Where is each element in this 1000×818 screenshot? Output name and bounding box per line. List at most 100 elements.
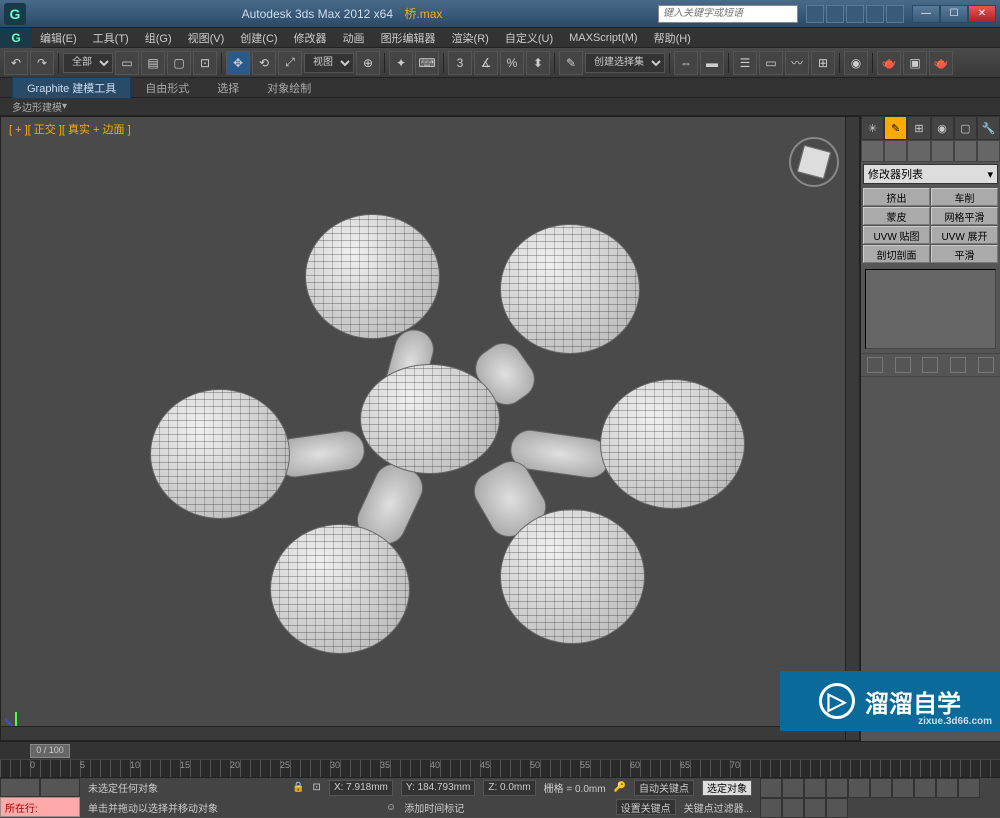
- setkey-button[interactable]: 设置关键点: [616, 799, 676, 815]
- tab-display[interactable]: ▢: [954, 116, 977, 140]
- modifier-stack[interactable]: [865, 269, 996, 349]
- make-unique-icon[interactable]: [922, 357, 938, 373]
- next-frame-button[interactable]: [826, 778, 848, 798]
- menu-tools[interactable]: 工具(T): [85, 30, 137, 46]
- exchange-icon[interactable]: [846, 5, 864, 23]
- selection-region-button[interactable]: ▢: [167, 51, 191, 75]
- undo-button[interactable]: ↶: [4, 51, 28, 75]
- communication-center-icon[interactable]: ☺: [386, 802, 396, 813]
- subcategory-3[interactable]: [907, 140, 930, 162]
- selection-filter-combo[interactable]: 全部: [63, 53, 113, 73]
- key-filters-button[interactable]: 关键点过滤器...: [684, 800, 752, 815]
- menu-animation[interactable]: 动画: [335, 30, 373, 46]
- key-filter-combo[interactable]: 选定对象: [702, 780, 752, 796]
- ribbon-tab-freeform[interactable]: 自由形式: [131, 78, 203, 98]
- pin-stack-icon[interactable]: [867, 357, 883, 373]
- redo-button[interactable]: ↷: [30, 51, 54, 75]
- subscription-icon[interactable]: [826, 5, 844, 23]
- show-end-result-icon[interactable]: [895, 357, 911, 373]
- schematic-view-button[interactable]: ⊞: [811, 51, 835, 75]
- minimize-button[interactable]: —: [912, 5, 940, 23]
- time-config-button[interactable]: [870, 778, 892, 798]
- zoom-button[interactable]: [892, 778, 914, 798]
- subcategory-1[interactable]: [861, 140, 884, 162]
- render-frame-button[interactable]: ▣: [903, 51, 927, 75]
- 3d-model-blob[interactable]: [130, 154, 730, 654]
- maxscript-mini-listener-toggle[interactable]: [0, 778, 40, 797]
- subcategory-2[interactable]: [884, 140, 907, 162]
- time-slider-thumb[interactable]: 0 / 100: [30, 744, 70, 758]
- search-icon[interactable]: [806, 5, 824, 23]
- pivot-center-button[interactable]: ⊕: [356, 51, 380, 75]
- maximize-button[interactable]: ☐: [940, 5, 968, 23]
- mirror-button[interactable]: ⇔: [674, 51, 698, 75]
- fov-button[interactable]: [760, 798, 782, 818]
- menu-help[interactable]: 帮助(H): [646, 30, 699, 46]
- tab-utilities[interactable]: 🔧: [977, 116, 1000, 140]
- modifier-meshsmooth[interactable]: 网格平滑: [931, 207, 998, 225]
- help-icon[interactable]: [886, 5, 904, 23]
- app-icon[interactable]: G: [4, 3, 26, 25]
- modifier-uvwmap[interactable]: UVW 贴图: [863, 226, 930, 244]
- goto-end-button[interactable]: [848, 778, 870, 798]
- isolate-icon[interactable]: ⊡: [313, 782, 321, 793]
- menu-rendering[interactable]: 渲染(R): [444, 30, 497, 46]
- viewcube[interactable]: [789, 137, 839, 187]
- subcategory-5[interactable]: [954, 140, 977, 162]
- subcategory-4[interactable]: [931, 140, 954, 162]
- autokey-button[interactable]: 自动关键点: [634, 780, 694, 796]
- macro-recorder-toggle[interactable]: [40, 778, 80, 797]
- zoom-extents-all-button[interactable]: [958, 778, 980, 798]
- select-scale-button[interactable]: ⤢: [278, 51, 302, 75]
- application-menu-button[interactable]: G: [0, 28, 32, 48]
- select-by-name-button[interactable]: ▤: [141, 51, 165, 75]
- modifier-slice[interactable]: 剖切剖面: [863, 245, 930, 263]
- close-button[interactable]: ✕: [968, 5, 996, 23]
- ribbon-toggle-button[interactable]: ▭: [759, 51, 783, 75]
- viewport-scrollbar-vertical[interactable]: [845, 117, 859, 740]
- ribbon-tab-paint[interactable]: 对象绘制: [253, 78, 325, 98]
- ribbon-tab-graphite[interactable]: Graphite 建模工具: [12, 77, 131, 99]
- viewport-scrollbar-horizontal[interactable]: [1, 726, 845, 740]
- ribbon-subpanel[interactable]: 多边形建模 ▾: [0, 98, 1000, 116]
- time-slider[interactable]: 0 / 100: [0, 741, 1000, 759]
- x-coordinate-input[interactable]: X: 7.918mm: [329, 780, 393, 796]
- menu-edit[interactable]: 编辑(E): [32, 30, 85, 46]
- orbit-button[interactable]: [804, 798, 826, 818]
- maximize-viewport-button[interactable]: [826, 798, 848, 818]
- render-production-button[interactable]: 🫖: [929, 51, 953, 75]
- pan-button[interactable]: [782, 798, 804, 818]
- tab-motion[interactable]: ◉: [931, 116, 954, 140]
- layer-manager-button[interactable]: ☰: [733, 51, 757, 75]
- modifier-lathe[interactable]: 车削: [931, 188, 998, 206]
- spinner-snap-button[interactable]: ⬍: [526, 51, 550, 75]
- select-object-button[interactable]: ▭: [115, 51, 139, 75]
- viewport[interactable]: [ + ][ 正交 ][ 真实 + 边面 ]: [0, 116, 860, 741]
- configure-sets-icon[interactable]: [978, 357, 994, 373]
- zoom-extents-button[interactable]: [936, 778, 958, 798]
- percent-snap-button[interactable]: %: [500, 51, 524, 75]
- ribbon-tab-selection[interactable]: 选择: [203, 78, 253, 98]
- align-button[interactable]: ▬: [700, 51, 724, 75]
- manipulate-button[interactable]: ✦: [389, 51, 413, 75]
- snap-2d-button[interactable]: 3: [448, 51, 472, 75]
- tab-hierarchy[interactable]: ⊞: [907, 116, 930, 140]
- window-crossing-button[interactable]: ⊡: [193, 51, 217, 75]
- edit-selection-set-button[interactable]: ✎: [559, 51, 583, 75]
- keyboard-shortcut-button[interactable]: ⌨: [415, 51, 439, 75]
- tab-create[interactable]: ✳: [861, 116, 884, 140]
- zoom-all-button[interactable]: [914, 778, 936, 798]
- play-button[interactable]: [804, 778, 826, 798]
- menu-create[interactable]: 创建(C): [232, 30, 285, 46]
- favorites-icon[interactable]: [866, 5, 884, 23]
- menu-maxscript[interactable]: MAXScript(M): [561, 32, 645, 44]
- modifier-list-combo[interactable]: 修改器列表 ▾: [863, 164, 998, 184]
- modifier-extrude[interactable]: 挤出: [863, 188, 930, 206]
- time-tag-button[interactable]: 添加时间标记: [404, 800, 464, 815]
- prev-frame-button[interactable]: [782, 778, 804, 798]
- modifier-smooth[interactable]: 平滑: [931, 245, 998, 263]
- viewport-label[interactable]: [ + ][ 正交 ][ 真实 + 边面 ]: [9, 121, 131, 137]
- curve-editor-button[interactable]: 〰: [785, 51, 809, 75]
- z-coordinate-input[interactable]: Z: 0.0mm: [483, 780, 535, 796]
- lock-icon[interactable]: 🔒: [292, 782, 304, 793]
